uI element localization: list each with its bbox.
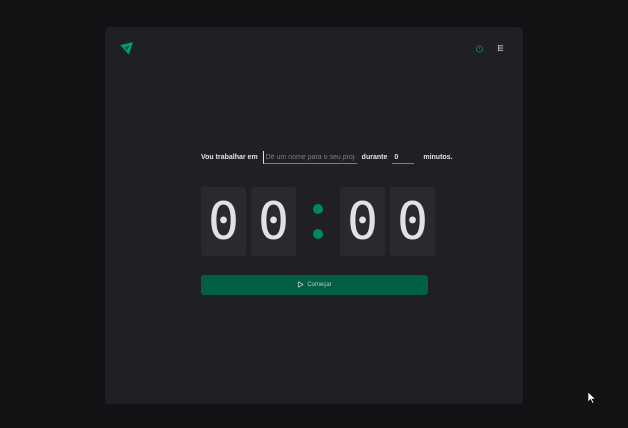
history-icon[interactable]	[496, 44, 505, 53]
header-nav	[475, 44, 505, 53]
countdown-display: 0 0 0 0	[201, 187, 435, 256]
task-input[interactable]	[262, 151, 357, 164]
duration-label: durante	[361, 154, 388, 161]
minutes-suffix: minutos.	[423, 154, 453, 161]
start-button-label: Começar	[307, 282, 332, 288]
play-icon	[297, 280, 304, 290]
task-form: Vou trabalhar em durante minutos.	[201, 151, 453, 164]
timer-icon[interactable]	[475, 44, 484, 53]
minutes-tens-digit: 0	[201, 187, 246, 256]
task-label: Vou trabalhar em	[201, 154, 258, 161]
timer-logo-icon	[119, 41, 135, 57]
separator-dot	[313, 229, 323, 239]
separator-dot	[313, 204, 323, 214]
minutes-ones-digit: 0	[251, 187, 296, 256]
seconds-ones-digit: 0	[390, 187, 435, 256]
start-button[interactable]: Começar	[201, 275, 428, 295]
mouse-cursor-icon	[587, 391, 597, 404]
seconds-tens-digit: 0	[340, 187, 385, 256]
countdown-separator	[306, 187, 330, 256]
app-container: Vou trabalhar em durante minutos. 0 0 0 …	[105, 27, 523, 404]
minutes-input[interactable]	[392, 151, 415, 164]
